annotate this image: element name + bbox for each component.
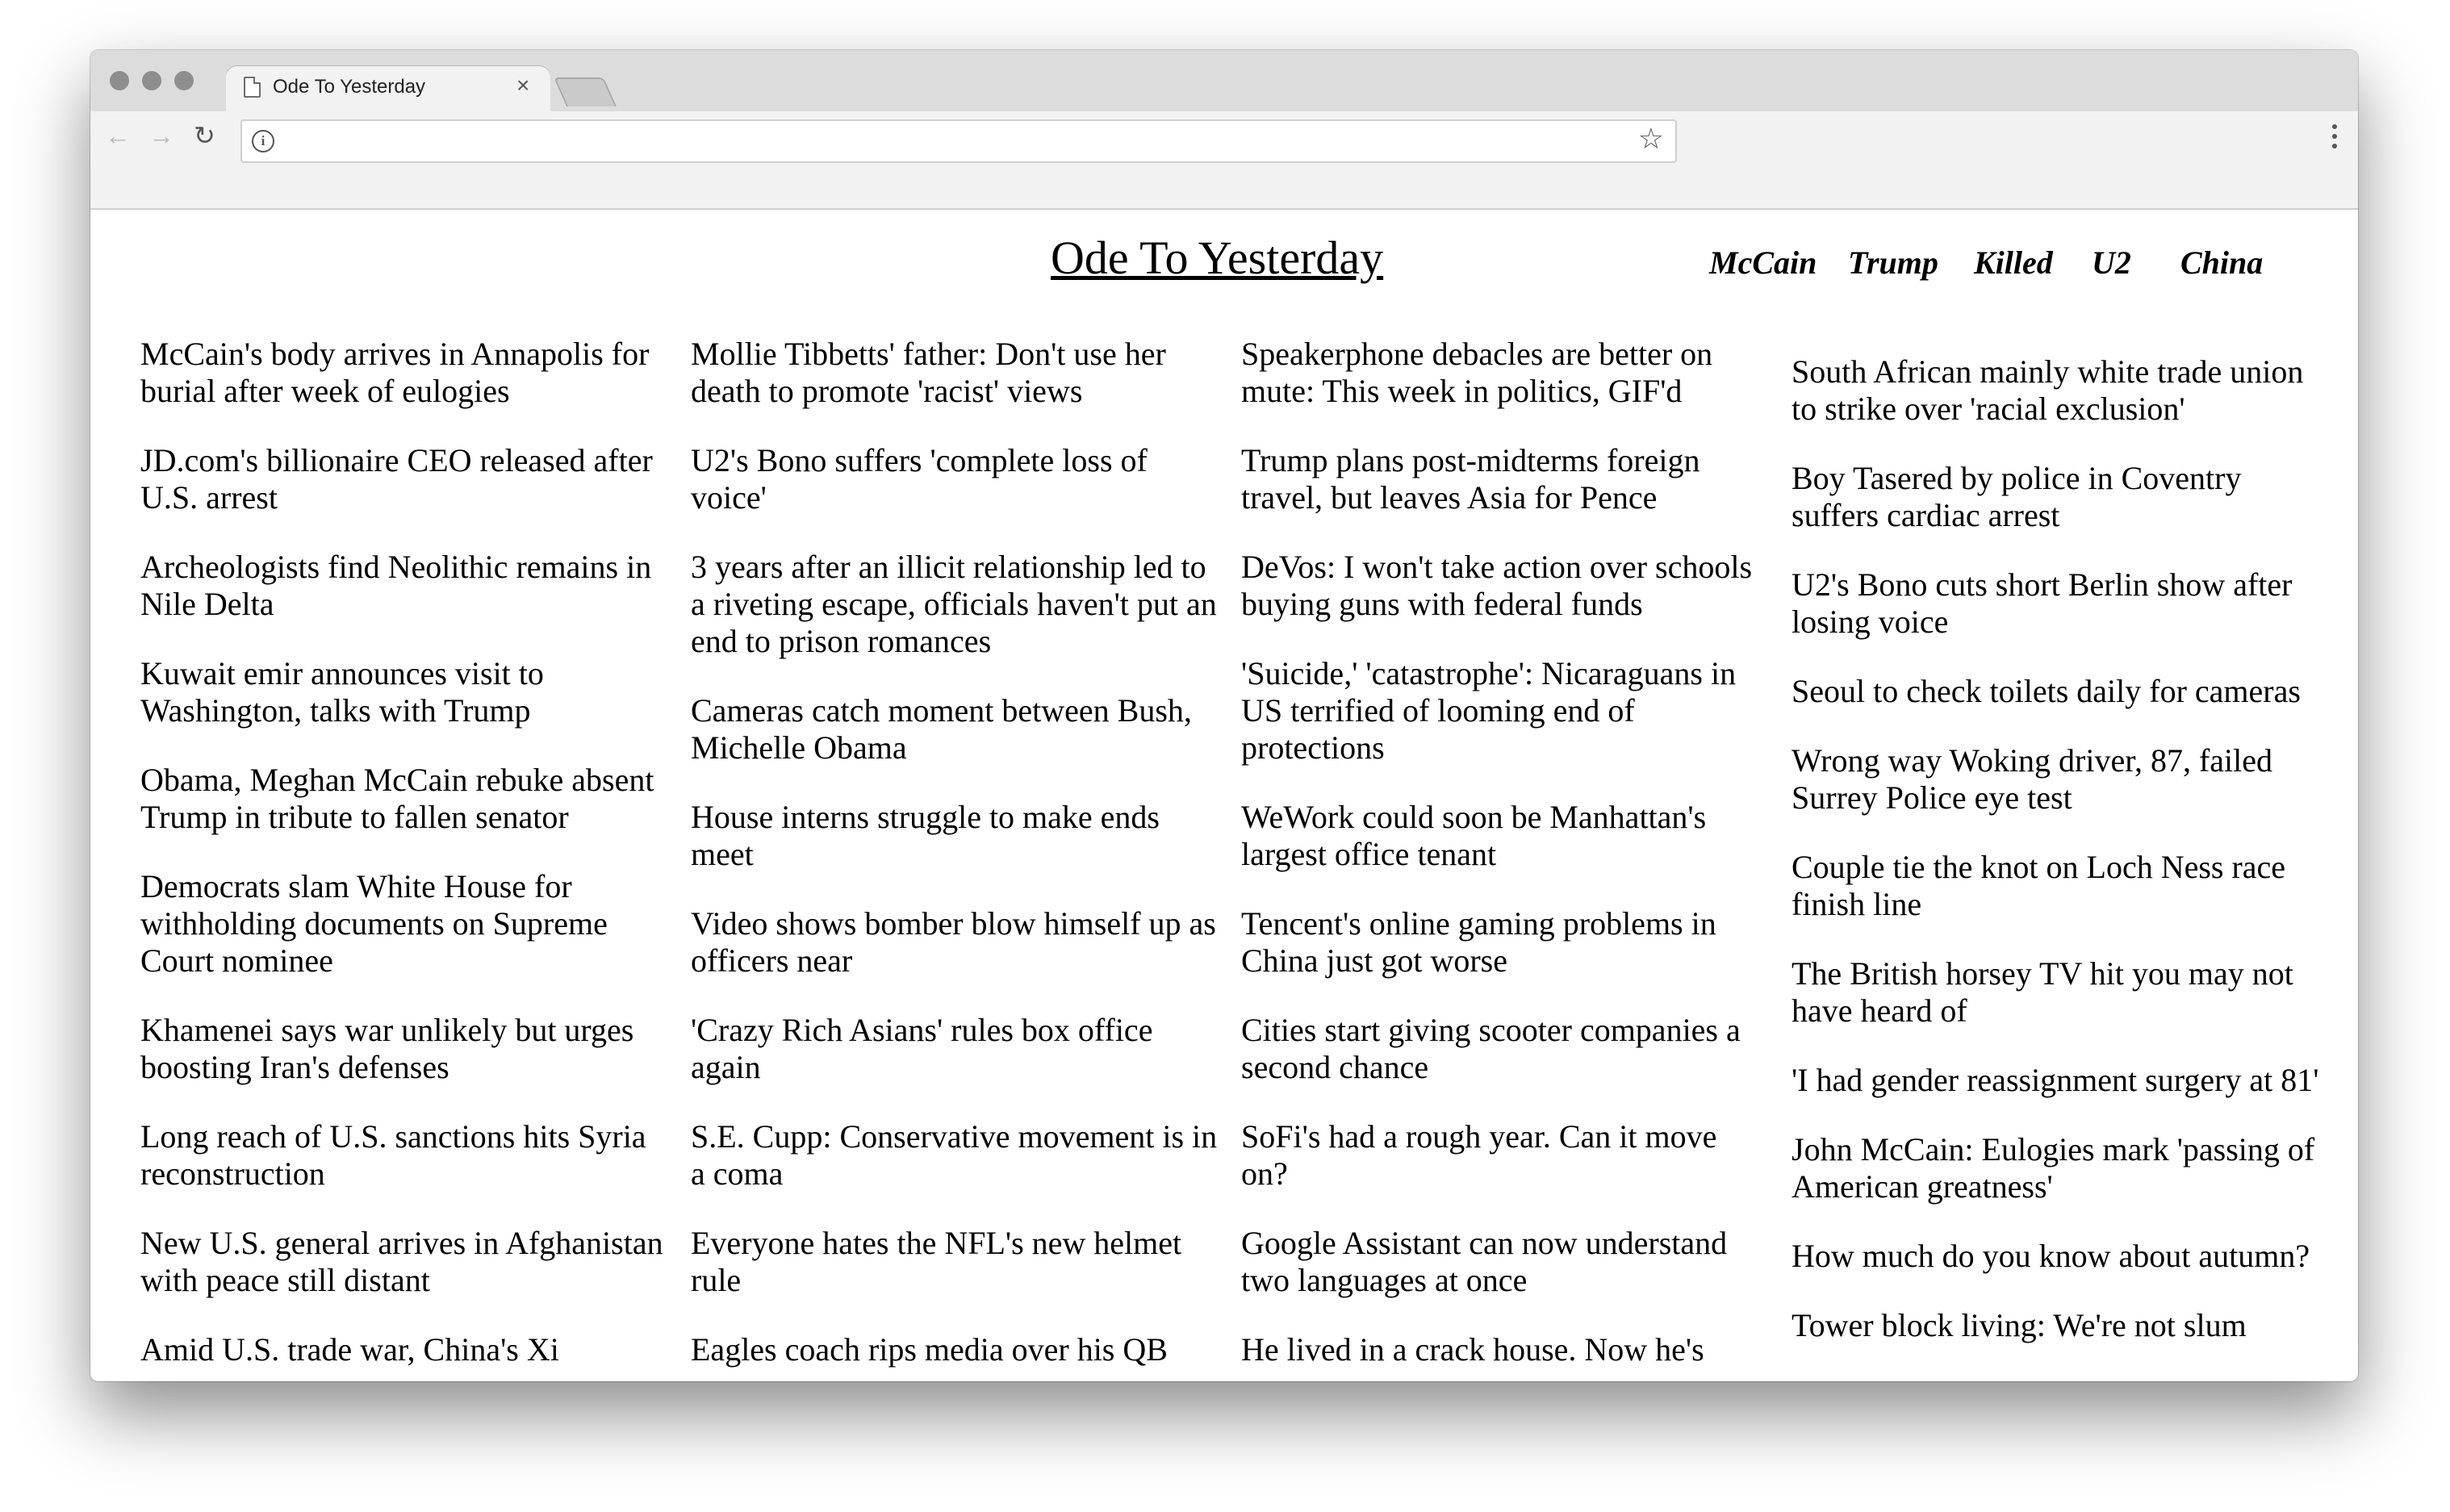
- headline-link[interactable]: Archeologists find Neolithic remains in …: [140, 549, 669, 623]
- headline-link[interactable]: Obama, Meghan McCain rebuke absent Trump…: [140, 762, 669, 836]
- headline-link[interactable]: 'I had gender reassignment surgery at 81…: [1792, 1062, 2320, 1099]
- browser-tab[interactable]: Ode To Yesterday ×: [226, 66, 550, 111]
- page-content: Ode To Yesterday McCain Trump Killed U2 …: [90, 210, 2358, 1381]
- headline-link[interactable]: Everyone hates the NFL's new helmet rule: [691, 1225, 1219, 1299]
- headline-link[interactable]: Amid U.S. trade war, China's Xi: [140, 1331, 669, 1368]
- headline-link[interactable]: Couple tie the knot on Loch Ness race fi…: [1792, 849, 2320, 923]
- headline-link[interactable]: U2's Bono cuts short Berlin show after l…: [1792, 566, 2320, 641]
- headline-link[interactable]: Cities start giving scooter companies a …: [1241, 1012, 1770, 1086]
- headline-link[interactable]: How much do you know about autumn?: [1792, 1238, 2320, 1275]
- headline-link[interactable]: He lived in a crack house. Now he's: [1241, 1331, 1770, 1368]
- headline-link[interactable]: Wrong way Woking driver, 87, failed Surr…: [1792, 742, 2320, 817]
- document-icon: [244, 77, 261, 98]
- headline-link[interactable]: S.E. Cupp: Conservative movement is in a…: [691, 1118, 1219, 1192]
- headline-link[interactable]: Google Assistant can now understand two …: [1241, 1225, 1770, 1299]
- topic-link-killed[interactable]: Killed: [1974, 244, 2053, 282]
- headline-link[interactable]: DeVos: I won't take action over schools …: [1241, 549, 1770, 623]
- zoom-window-button[interactable]: [174, 71, 194, 90]
- headline-link[interactable]: House interns struggle to make ends meet: [691, 799, 1219, 873]
- headline-link[interactable]: Democrats slam White House for withholdi…: [140, 868, 669, 979]
- headline-column-2: Mollie Tibbetts' father: Don't use her d…: [691, 336, 1219, 1381]
- headline-link[interactable]: Khamenei says war unlikely but urges boo…: [140, 1012, 669, 1086]
- headline-link[interactable]: Eagles coach rips media over his QB: [691, 1331, 1219, 1368]
- headline-link[interactable]: South African mainly white trade union t…: [1792, 353, 2320, 428]
- headline-link[interactable]: Boy Tasered by police in Coventry suffer…: [1792, 460, 2320, 534]
- topic-link-u2[interactable]: U2: [2092, 244, 2131, 282]
- screenshot-stage: Ode To Yesterday × ← → ↻ i ☆ Ode To Yest…: [0, 0, 2450, 1512]
- reload-icon[interactable]: ↻: [194, 123, 215, 148]
- headline-link[interactable]: Kuwait emir announces visit to Washingto…: [140, 655, 669, 729]
- headline-link[interactable]: New U.S. general arrives in Afghanistan …: [140, 1225, 669, 1299]
- headline-link[interactable]: JD.com's billionaire CEO released after …: [140, 442, 669, 516]
- topic-link-mccain[interactable]: McCain: [1709, 244, 1817, 282]
- headline-link[interactable]: 3 years after an illicit relationship le…: [691, 549, 1219, 660]
- browser-window: Ode To Yesterday × ← → ↻ i ☆ Ode To Yest…: [90, 50, 2358, 1381]
- star-icon[interactable]: ☆: [1638, 124, 1664, 153]
- headline-link[interactable]: Tower block living: We're not slum: [1792, 1307, 2320, 1344]
- headline-link[interactable]: Speakerphone debacles are better on mute…: [1241, 336, 1770, 410]
- headline-link[interactable]: Mollie Tibbetts' father: Don't use her d…: [691, 336, 1219, 410]
- headline-link[interactable]: U2's Bono suffers 'complete loss of voic…: [691, 442, 1219, 516]
- close-icon[interactable]: ×: [516, 74, 529, 97]
- topic-link-china[interactable]: China: [2180, 244, 2263, 282]
- page-title[interactable]: Ode To Yesterday: [1051, 231, 1383, 285]
- headline-link[interactable]: Video shows bomber blow himself up as of…: [691, 905, 1219, 979]
- headline-column-1: McCain's body arrives in Annapolis for b…: [140, 336, 669, 1381]
- browser-toolbar: ← → ↻ i ☆: [90, 111, 2358, 210]
- headline-link[interactable]: The British horsey TV hit you may not ha…: [1792, 955, 2320, 1030]
- menu-icon[interactable]: [2332, 124, 2337, 152]
- tab-title: Ode To Yesterday: [273, 76, 426, 98]
- info-icon[interactable]: i: [252, 130, 274, 152]
- minimize-window-button[interactable]: [142, 71, 161, 90]
- topic-link-trump[interactable]: Trump: [1848, 244, 1938, 282]
- headline-link[interactable]: Seoul to check toilets daily for cameras: [1792, 673, 2320, 710]
- back-arrow-icon[interactable]: ←: [105, 123, 131, 148]
- headline-column-4: South African mainly white trade union t…: [1792, 353, 2320, 1376]
- headline-link[interactable]: Trump plans post-midterms foreign travel…: [1241, 442, 1770, 516]
- forward-arrow-icon[interactable]: →: [148, 123, 174, 148]
- close-window-button[interactable]: [110, 71, 129, 90]
- headline-link[interactable]: SoFi's had a rough year. Can it move on?: [1241, 1118, 1770, 1192]
- tab-strip: Ode To Yesterday ×: [90, 50, 2358, 111]
- headline-link[interactable]: WeWork could soon be Manhattan's largest…: [1241, 799, 1770, 873]
- headline-link[interactable]: Long reach of U.S. sanctions hits Syria …: [140, 1118, 669, 1192]
- headline-link[interactable]: McCain's body arrives in Annapolis for b…: [140, 336, 669, 410]
- headline-link[interactable]: John McCain: Eulogies mark 'passing of A…: [1792, 1131, 2320, 1205]
- headline-link[interactable]: 'Suicide,' 'catastrophe': Nicaraguans in…: [1241, 655, 1770, 766]
- headline-link[interactable]: Cameras catch moment between Bush, Miche…: [691, 692, 1219, 766]
- new-tab-button[interactable]: [553, 77, 617, 107]
- address-bar[interactable]: i ☆: [240, 119, 1677, 163]
- headline-link[interactable]: 'Crazy Rich Asians' rules box office aga…: [691, 1012, 1219, 1086]
- headline-column-3: Speakerphone debacles are better on mute…: [1241, 336, 1770, 1381]
- headline-link[interactable]: Tencent's online gaming problems in Chin…: [1241, 905, 1770, 979]
